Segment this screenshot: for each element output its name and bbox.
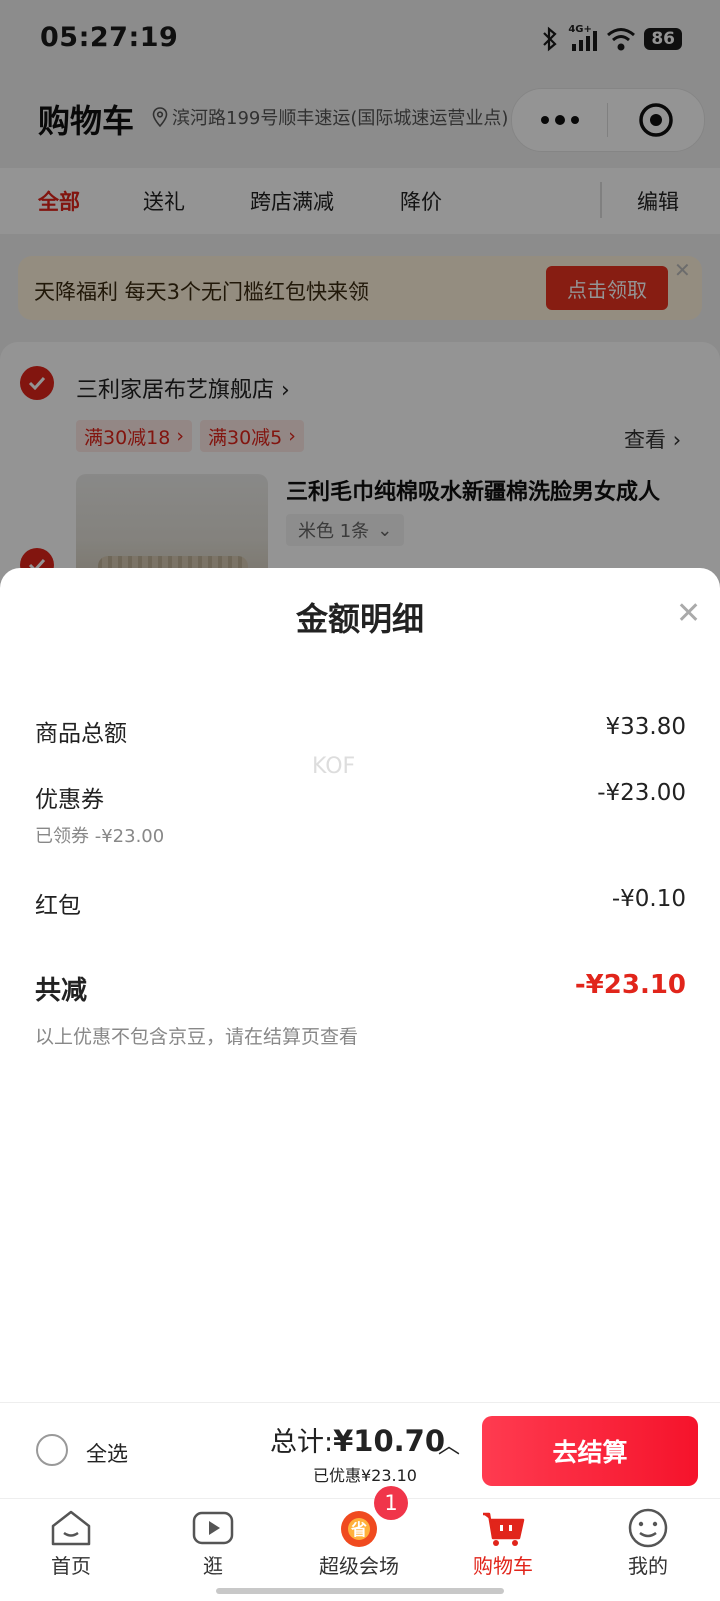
- total-discount-label: 共减: [35, 976, 88, 1006]
- nav-label: 我的: [628, 1554, 668, 1578]
- row-value-subtotal: ¥33.80: [605, 714, 686, 740]
- nav-browse[interactable]: 逛: [153, 1508, 273, 1579]
- nav-super-venue[interactable]: 省 超级会场: [299, 1508, 419, 1579]
- nav-label: 首页: [51, 1554, 91, 1578]
- row-label-redpacket: 红包: [35, 893, 81, 919]
- row-value-coupon: -¥23.00: [597, 780, 686, 806]
- select-all-checkbox[interactable]: [36, 1434, 68, 1466]
- svg-text:省: 省: [350, 1520, 367, 1539]
- sheet-title: 金额明细: [295, 600, 424, 638]
- chevron-up-icon[interactable]: ︿: [438, 1428, 460, 1460]
- total-price: 总计:¥10.70: [270, 1420, 445, 1459]
- nav-profile[interactable]: 我的: [588, 1508, 708, 1579]
- row-value-redpacket: -¥0.10: [611, 886, 686, 912]
- total-amount: ¥10.70: [333, 1424, 446, 1458]
- close-icon[interactable]: ✕: [676, 596, 701, 631]
- checkout-button[interactable]: 去结算: [482, 1416, 698, 1486]
- row-sub-coupon: 已领券 -¥23.00: [35, 826, 165, 847]
- nav-label: 超级会场: [319, 1554, 399, 1578]
- nav-cart[interactable]: 购物车: [443, 1508, 563, 1579]
- home-icon: [51, 1510, 91, 1546]
- smiley-icon: [628, 1508, 668, 1548]
- saved-amount: 已优惠¥23.10: [313, 1466, 417, 1485]
- cart-icon: [483, 1512, 525, 1546]
- nav-home[interactable]: 首页: [11, 1508, 131, 1579]
- total-prefix: 总计:: [270, 1427, 334, 1458]
- notification-badge: 1: [374, 1486, 408, 1520]
- video-play-icon: [192, 1511, 234, 1545]
- row-label-coupon: 优惠券: [35, 787, 104, 813]
- select-all-label[interactable]: 全选: [86, 1438, 128, 1468]
- home-indicator: [216, 1588, 504, 1594]
- super-venue-icon: 省: [341, 1511, 377, 1547]
- watermark: KOF: [312, 754, 356, 779]
- discount-note: 以上优惠不包含京豆，请在结算页查看: [35, 1026, 359, 1048]
- nav-label: 购物车: [473, 1554, 533, 1578]
- row-label-subtotal: 商品总额: [35, 721, 127, 747]
- total-discount-value: -¥23.10: [574, 970, 686, 1000]
- nav-label: 逛: [203, 1554, 223, 1578]
